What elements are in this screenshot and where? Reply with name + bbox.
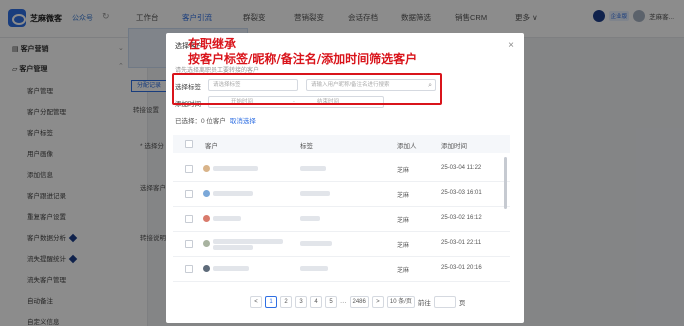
annotation-line-2: 按客户标签/昵称/备注名/添加时间筛选客户 bbox=[188, 52, 418, 66]
table-row[interactable]: 芝麻 25-03-04 11:22 bbox=[173, 157, 510, 182]
page-button[interactable]: 3 bbox=[295, 296, 307, 308]
row-checkbox[interactable] bbox=[185, 240, 193, 248]
column-customer: 客户 bbox=[205, 143, 218, 150]
customer-name-redacted bbox=[213, 216, 241, 221]
goto-suffix: 页 bbox=[458, 300, 466, 307]
annotation-highlight-box bbox=[172, 73, 442, 105]
row-add-time: 25-03-03 16:01 bbox=[441, 190, 482, 196]
customer-avatar bbox=[203, 165, 210, 172]
row-checkbox[interactable] bbox=[185, 190, 193, 198]
page-button[interactable]: 1 bbox=[265, 296, 277, 308]
next-page-button[interactable]: > bbox=[371, 296, 384, 308]
row-adder: 芝麻 bbox=[397, 168, 410, 174]
customer-name-redacted bbox=[213, 245, 253, 250]
table-row[interactable]: 芝麻 25-03-02 16:12 bbox=[173, 207, 510, 232]
row-add-time: 25-03-02 16:12 bbox=[441, 215, 482, 221]
customer-name-redacted bbox=[213, 239, 283, 244]
prev-page-button[interactable]: < bbox=[250, 296, 262, 308]
customer-avatar bbox=[203, 190, 210, 197]
row-adder: 芝麻 bbox=[397, 268, 410, 274]
customer-name-redacted bbox=[213, 266, 249, 271]
row-add-time: 25-03-04 11:22 bbox=[441, 165, 482, 171]
row-adder: 芝麻 bbox=[397, 218, 410, 224]
pagination: < 1 2 3 4 5 ··· 2486 > 10 条/页 前往 页 bbox=[250, 295, 465, 309]
column-tags: 标签 bbox=[300, 143, 313, 150]
tag-redacted bbox=[300, 191, 330, 196]
page-button[interactable]: 2 bbox=[280, 296, 292, 308]
row-add-time: 25-03-01 20:16 bbox=[441, 265, 482, 271]
column-add-time: 添加时间 bbox=[441, 143, 467, 150]
annotation-text: 在职继承 按客户标签/昵称/备注名/添加时间筛选客户 bbox=[188, 37, 417, 67]
tag-redacted bbox=[300, 266, 328, 271]
customer-avatar bbox=[203, 215, 210, 222]
row-adder: 芝麻 bbox=[397, 193, 410, 199]
row-checkbox[interactable] bbox=[185, 165, 193, 173]
select-customer-dialog: 选择客户 × 请先选择离职员工要转接的客户 选择标签 请选择标签 请输入用户昵称… bbox=[166, 33, 524, 323]
customer-name-redacted bbox=[213, 191, 253, 196]
row-checkbox[interactable] bbox=[185, 265, 193, 273]
customer-name-redacted bbox=[213, 166, 258, 171]
tag-redacted bbox=[300, 216, 320, 221]
annotation-line-1: 在职继承 bbox=[188, 37, 237, 51]
row-checkbox[interactable] bbox=[185, 215, 193, 223]
table-row[interactable]: 芝麻 25-03-01 22:11 bbox=[173, 232, 510, 257]
table-scrollbar[interactable] bbox=[504, 157, 507, 209]
customer-avatar bbox=[203, 240, 210, 247]
column-adder: 添加人 bbox=[397, 143, 417, 150]
customer-avatar bbox=[203, 265, 210, 272]
table-row[interactable]: 芝麻 25-03-03 16:01 bbox=[173, 182, 510, 207]
page-ellipsis[interactable]: ··· bbox=[340, 299, 347, 306]
table-header: 客户 标签 添加人 添加时间 bbox=[173, 135, 510, 153]
tag-redacted bbox=[300, 166, 326, 171]
page-button[interactable]: 5 bbox=[325, 296, 337, 308]
row-adder: 芝麻 bbox=[397, 243, 410, 249]
select-all-checkbox[interactable] bbox=[185, 140, 193, 148]
close-icon[interactable]: × bbox=[508, 40, 514, 51]
page-button[interactable]: 4 bbox=[310, 296, 322, 308]
goto-label: 前往 bbox=[417, 300, 431, 307]
page-size-select[interactable]: 10 条/页 bbox=[386, 296, 415, 308]
selected-count: 已选择：0 位客户 取消选择 bbox=[175, 118, 256, 125]
row-add-time: 25-03-01 22:11 bbox=[441, 240, 482, 246]
tag-redacted bbox=[300, 241, 332, 246]
table-row[interactable]: 芝麻 25-03-01 20:16 bbox=[173, 257, 510, 282]
cancel-selection-link[interactable]: 取消选择 bbox=[230, 118, 256, 125]
page-button[interactable]: 2486 bbox=[349, 296, 369, 308]
goto-page-input[interactable] bbox=[433, 296, 456, 308]
